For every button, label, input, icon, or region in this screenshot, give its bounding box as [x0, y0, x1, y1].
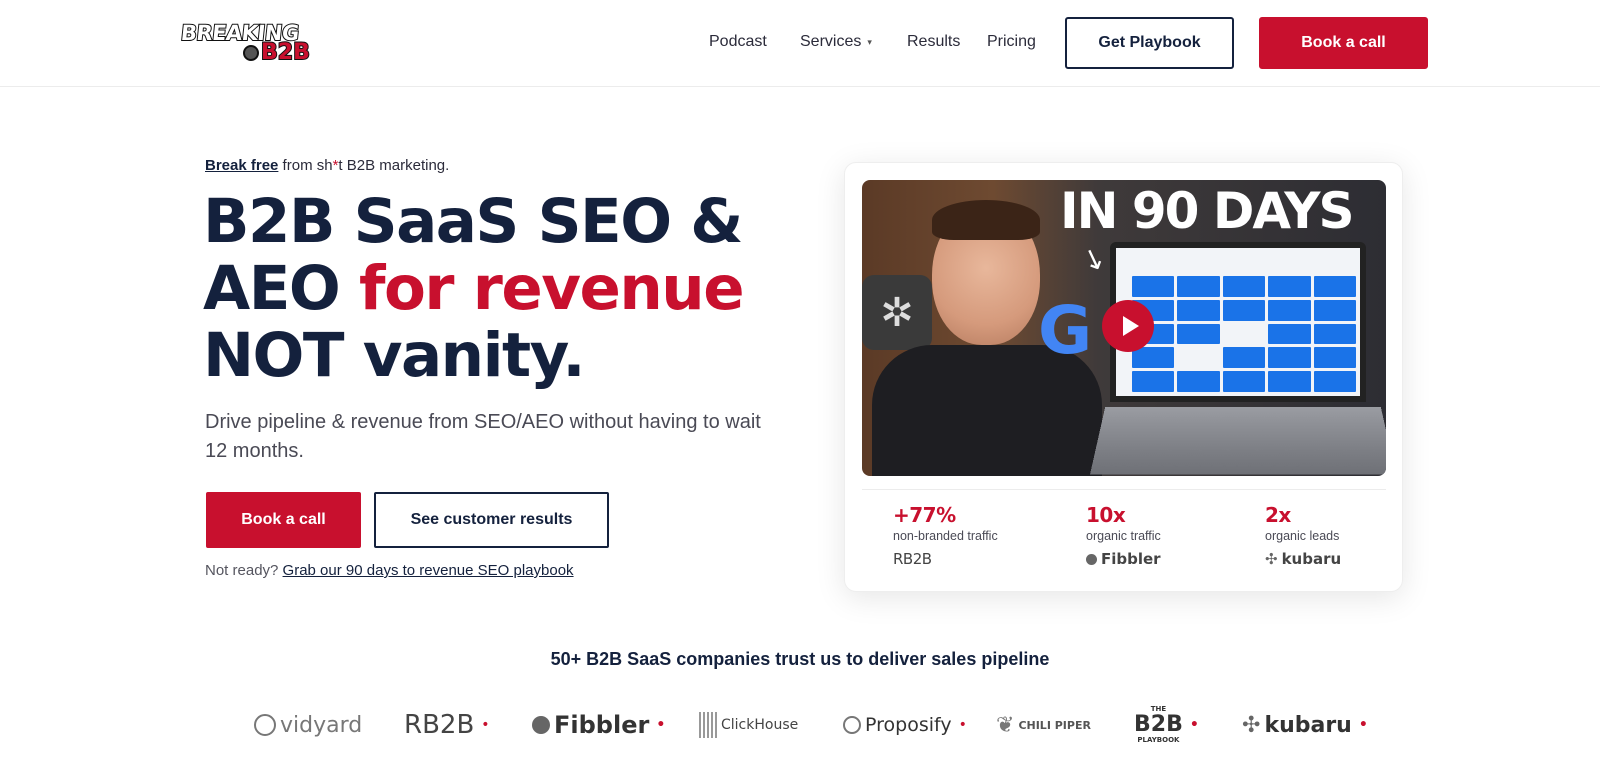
- rb2b-logo: RB2B: [893, 550, 932, 568]
- b2b-playbook-stack: THE B2B PLAYBOOK: [1134, 705, 1183, 745]
- stat-value: +77%: [893, 503, 956, 527]
- break-free-link[interactable]: Break free: [205, 157, 278, 174]
- stat-value: 2x: [1265, 503, 1291, 527]
- chatgpt-logo-icon: ✲: [862, 275, 932, 350]
- hero-subhead: Drive pipeline & revenue from SEO/AEO wi…: [205, 411, 761, 462]
- fibbler-logo: Fibbler •: [532, 705, 665, 745]
- fibbler-logo-text: Fibbler: [1101, 550, 1161, 568]
- stat-value: 10x: [1086, 503, 1126, 527]
- person-hair: [932, 200, 1040, 240]
- stat-item: +77% non-branded traffic RB2B: [893, 503, 998, 568]
- stat-label: non-branded traffic: [893, 529, 998, 543]
- chili-piper-logo: ❦ CHILI PIPER: [996, 705, 1091, 745]
- rb2b-logo-text: RB2B: [404, 710, 475, 740]
- chili-piper-logo-text: CHILI PIPER: [1018, 718, 1091, 732]
- b2b-playbook-main: B2B: [1134, 712, 1183, 737]
- laptop-keyboard: [1090, 407, 1386, 475]
- clickhouse-logo: ClickHouse: [699, 705, 798, 745]
- kubaru-logo: ✣ kubaru: [1265, 550, 1341, 568]
- google-logo-icon: G: [1038, 292, 1093, 369]
- stat-label: organic leads: [1265, 529, 1340, 543]
- headline-line2-accent: for revenue: [358, 253, 745, 324]
- get-playbook-button[interactable]: Get Playbook: [1065, 17, 1234, 69]
- clickhouse-logo-text: ClickHouse: [721, 717, 799, 733]
- customer-logos: vidyard RB2B • Fibbler • ClickHouse Propos…: [0, 705, 1600, 745]
- video-thumbnail[interactable]: ✲ G ↘ IN 90 DAYS: [862, 180, 1386, 476]
- kubaru-logo: ✣ kubaru •: [1242, 705, 1368, 745]
- vidyard-logo-text: vidyard: [280, 712, 363, 738]
- fibbler-icon: [1086, 553, 1097, 565]
- arrow-icon: ↘: [1077, 239, 1111, 278]
- headline-line2: AEO for revenue: [203, 255, 763, 322]
- b2b-playbook-logo: THE B2B PLAYBOOK •: [1134, 705, 1199, 745]
- headline-line3: NOT vanity.: [203, 320, 586, 391]
- hero-book-call-button[interactable]: Book a call: [206, 492, 361, 548]
- fibbler-icon: [532, 716, 550, 734]
- vidyard-icon: [254, 714, 276, 736]
- fibbler-logo: Fibbler: [1086, 550, 1161, 568]
- nav-services[interactable]: Services ▾: [800, 33, 872, 51]
- calendar-grid: [1132, 276, 1356, 392]
- note-prefix: Not ready?: [205, 562, 283, 579]
- playbook-link[interactable]: Grab our 90 days to revenue SEO playbook: [283, 562, 574, 579]
- kubaru-icon: ✣: [1242, 712, 1261, 738]
- nav-pricing[interactable]: Pricing: [987, 33, 1036, 51]
- dot-icon: •: [656, 717, 666, 733]
- nav-services-label: Services: [800, 33, 862, 50]
- fibbler-logo-text: Fibbler: [554, 711, 650, 739]
- kubaru-logo-text: kubaru: [1281, 550, 1342, 568]
- vidyard-logo: vidyard: [254, 705, 362, 745]
- results-card: ✲ G ↘ IN 90 DAYS +77% non-branded traffi…: [844, 162, 1403, 592]
- logo-line2: B2B: [260, 39, 311, 66]
- video-title: IN 90 DAYS: [1060, 182, 1354, 240]
- bowling-ball-icon: [243, 45, 259, 61]
- b2b-playbook-bottom: PLAYBOOK: [1137, 736, 1180, 744]
- headline-line1: B2B SaaS SEO &: [203, 186, 744, 257]
- eyebrow-text-pre: from sh: [278, 157, 333, 174]
- kubaru-logo-text: kubaru: [1264, 712, 1352, 738]
- proposify-logo-text: Proposify: [865, 714, 952, 736]
- play-icon[interactable]: [1102, 300, 1154, 352]
- trust-heading: 50+ B2B SaaS companies trust us to deliv…: [550, 649, 1050, 669]
- headline-line2-a: AEO: [203, 253, 359, 324]
- eyebrow-text-post: t B2B marketing.: [338, 157, 450, 174]
- nav-results[interactable]: Results: [907, 33, 960, 51]
- site-header: BREAKING B2B Podcast Services ▾ Results …: [0, 0, 1600, 87]
- proposify-logo: Proposify •: [843, 705, 967, 745]
- breaking-b2b-logo[interactable]: BREAKING B2B: [179, 20, 315, 66]
- chevron-down-icon: ▾: [867, 36, 872, 47]
- dot-icon: •: [1189, 717, 1199, 733]
- nav-podcast[interactable]: Podcast: [709, 33, 767, 51]
- dot-icon: •: [481, 717, 490, 733]
- hero-headline: B2B SaaS SEO & AEO for revenue NOT vanit…: [203, 188, 763, 389]
- see-customer-results-button[interactable]: See customer results: [374, 492, 609, 548]
- clickhouse-icon: [699, 712, 717, 738]
- hero-eyebrow: Break free from sh*t B2B marketing.: [205, 157, 449, 174]
- dot-icon: •: [958, 717, 967, 733]
- rb2b-logo: RB2B •: [404, 705, 490, 745]
- chili-pepper-icon: ❦: [996, 712, 1015, 738]
- header-book-call-button[interactable]: Book a call: [1259, 17, 1428, 69]
- dot-icon: •: [1358, 717, 1368, 733]
- stat-item: 10x organic traffic Fibbler: [1086, 503, 1161, 568]
- stat-item: 2x organic leads ✣ kubaru: [1265, 503, 1341, 568]
- stat-label: organic traffic: [1086, 529, 1161, 543]
- kubaru-icon: ✣: [1265, 550, 1278, 568]
- card-divider: [862, 489, 1386, 490]
- playbook-note: Not ready? Grab our 90 days to revenue S…: [205, 562, 574, 579]
- proposify-icon: [843, 716, 861, 734]
